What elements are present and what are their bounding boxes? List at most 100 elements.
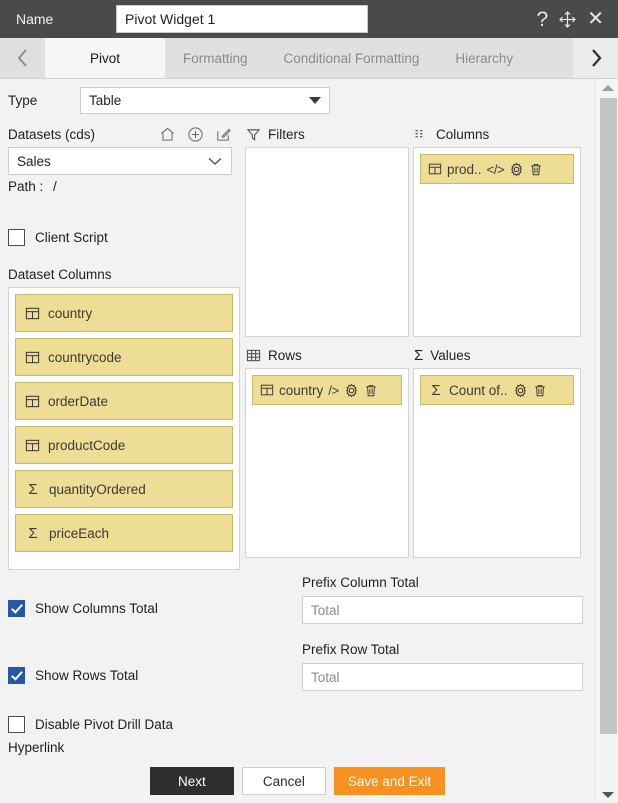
prefix-row-total-input[interactable]: Total: [302, 663, 583, 691]
dataset-column-label: orderDate: [48, 393, 109, 409]
footer-button-bar: Next Cancel Save and Exit: [0, 767, 595, 795]
disable-pivot-drill-checkbox[interactable]: [8, 716, 25, 733]
show-columns-total-label: Show Columns Total: [35, 601, 158, 616]
dataset-column-chip[interactable]: countrycode: [15, 338, 233, 376]
datasets-label: Datasets (cds): [8, 127, 96, 142]
table-column-icon: [25, 306, 40, 321]
table-column-icon: [25, 438, 40, 453]
filters-label: Filters: [268, 127, 305, 142]
table-grid-icon: [246, 348, 261, 363]
rows-field-label: country: [279, 382, 324, 398]
columns-drop-panel[interactable]: prod.. </>: [413, 147, 581, 337]
tab-bar-spacer: [531, 38, 573, 78]
table-column-icon: [428, 162, 442, 176]
dataset-column-chip[interactable]: Σ quantityOrdered: [15, 470, 233, 508]
cancel-button[interactable]: Cancel: [241, 767, 326, 795]
dataset-column-label: priceEach: [49, 525, 110, 541]
scroll-up-arrow-icon[interactable]: [596, 79, 618, 96]
plus-circle-icon[interactable]: [187, 126, 204, 143]
tab-hierarchy[interactable]: Hierarchy: [437, 38, 531, 78]
sigma-icon: Σ: [431, 381, 441, 399]
tab-bar: Pivot Formatting Conditional Formatting …: [0, 38, 618, 79]
tab-formatting[interactable]: Formatting: [165, 38, 266, 78]
prefix-column-total-label: Prefix Column Total: [302, 575, 419, 590]
type-select[interactable]: Table: [80, 87, 330, 114]
chevron-down-icon: [309, 97, 321, 104]
dataset-column-label: countrycode: [48, 349, 122, 365]
show-rows-total-checkbox[interactable]: [8, 667, 25, 684]
next-button[interactable]: Next: [149, 767, 234, 795]
values-header: Σ Values: [414, 348, 471, 363]
scrollbar-thumb[interactable]: [600, 98, 617, 734]
tabs-next-button[interactable]: [573, 38, 618, 78]
trash-icon[interactable]: [529, 162, 543, 177]
dataset-column-chip[interactable]: productCode: [15, 426, 233, 464]
type-select-value: Table: [89, 93, 122, 108]
pivot-settings-panel: Type Table Datasets (cds) Sales Path: /…: [0, 79, 595, 803]
tabs-prev-button[interactable]: [0, 38, 45, 78]
datasets-actions: [159, 126, 232, 143]
name-label: Name: [16, 11, 54, 27]
trash-icon[interactable]: [364, 383, 378, 398]
dataset-column-label: productCode: [48, 437, 126, 453]
values-field-chip[interactable]: Σ Count of..: [420, 375, 574, 405]
dataset-columns-panel: country countrycode orderDate productCod…: [8, 287, 240, 570]
client-script-row[interactable]: Client Script: [8, 229, 108, 246]
path-value: /: [53, 179, 57, 194]
columns-header: Columns: [414, 127, 489, 142]
client-script-checkbox[interactable]: [8, 229, 25, 246]
table-column-icon: [25, 394, 40, 409]
close-x-icon[interactable]: ✕: [587, 9, 604, 29]
home-icon[interactable]: [159, 126, 176, 143]
hyperlink-label: Hyperlink: [8, 740, 65, 755]
rows-drop-panel[interactable]: country />: [245, 368, 409, 558]
dataset-column-chip[interactable]: Σ priceEach: [15, 514, 233, 552]
dataset-columns-label: Dataset Columns: [8, 267, 112, 282]
funnel-filter-icon: [246, 127, 261, 142]
code-expression-icon[interactable]: />: [328, 383, 339, 398]
help-icon[interactable]: ?: [537, 9, 549, 30]
trash-icon[interactable]: [533, 383, 547, 398]
scroll-down-arrow-icon[interactable]: [596, 786, 618, 803]
rows-label: Rows: [268, 348, 302, 363]
sigma-icon: Σ: [28, 480, 38, 498]
show-rows-total-row[interactable]: Show Rows Total: [8, 667, 138, 684]
dataset-column-label: country: [48, 305, 93, 321]
columns-field-chip[interactable]: prod.. </>: [420, 154, 574, 184]
save-and-exit-button[interactable]: Save and Exit: [333, 767, 446, 795]
edit-pencil-icon[interactable]: [215, 126, 232, 143]
dataset-path: Path : /: [8, 179, 57, 194]
prefix-column-total-input[interactable]: Total: [302, 596, 583, 624]
columns-label: Columns: [436, 127, 490, 142]
show-columns-total-row[interactable]: Show Columns Total: [8, 600, 158, 617]
values-label: Values: [430, 348, 471, 363]
dataset-select[interactable]: Sales: [8, 147, 232, 175]
table-column-icon: [260, 383, 274, 397]
type-label: Type: [8, 93, 38, 108]
columns-list-icon: [414, 127, 429, 142]
values-field-label: Count of..: [449, 382, 508, 398]
dataset-column-chip[interactable]: orderDate: [15, 382, 233, 420]
filters-header: Filters: [246, 127, 305, 142]
disable-pivot-drill-row[interactable]: Disable Pivot Drill Data: [8, 716, 173, 733]
rows-header: Rows: [246, 348, 302, 363]
gear-icon[interactable]: [513, 383, 528, 398]
sigma-icon: Σ: [414, 347, 424, 364]
gear-icon[interactable]: [344, 383, 359, 398]
code-expression-icon[interactable]: </>: [487, 162, 505, 177]
disable-pivot-drill-label: Disable Pivot Drill Data: [35, 717, 174, 732]
window-controls: ? ✕: [537, 9, 608, 30]
widget-name-input[interactable]: Pivot Widget 1: [116, 5, 368, 33]
filters-drop-panel[interactable]: [245, 147, 409, 337]
move-cross-icon[interactable]: [559, 10, 577, 28]
tab-conditional-formatting[interactable]: Conditional Formatting: [266, 38, 438, 78]
tab-pivot[interactable]: Pivot: [45, 38, 165, 78]
vertical-scrollbar[interactable]: [595, 79, 618, 803]
show-rows-total-label: Show Rows Total: [35, 668, 139, 683]
values-drop-panel[interactable]: Σ Count of..: [413, 368, 581, 558]
dataset-column-chip[interactable]: country: [15, 294, 233, 332]
show-columns-total-checkbox[interactable]: [8, 600, 25, 617]
gear-icon[interactable]: [509, 162, 524, 177]
rows-field-chip[interactable]: country />: [252, 375, 402, 405]
client-script-label: Client Script: [35, 230, 108, 245]
